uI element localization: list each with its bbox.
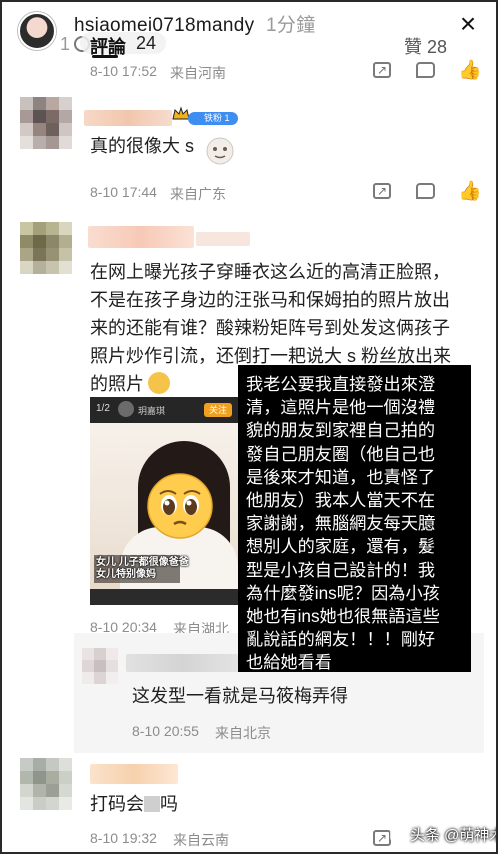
username-redacted[interactable] <box>88 226 194 248</box>
story-caption-box: 我老公要我直接發出來澄 清，這照片是他一個沒禮 貌的朋友到家裡自己拍的 發自己朋… <box>238 365 471 672</box>
photo-account-avatar <box>118 401 134 417</box>
share-icon[interactable]: ↗ <box>373 830 391 846</box>
pray-emoji-icon <box>148 372 170 394</box>
embedded-photo[interactable]: 1/2 玥嘉琪 关注 女儿 儿子都很像爸爸 女儿特别像妈 <box>90 397 238 605</box>
photo-footer-bar <box>90 589 238 605</box>
caption-line: 想別人的家庭，還有，髮 <box>246 536 436 557</box>
photo-account-name: 玥嘉琪 <box>138 406 166 416</box>
watermark: 头条 @萌神木木 <box>390 824 498 845</box>
photo-follow-button[interactable]: 关注 <box>204 403 232 417</box>
photo-top-bar: 1/2 玥嘉琪 关注 <box>90 397 238 423</box>
share-icon[interactable]: ↗ <box>373 183 391 199</box>
toutiao-logo-icon <box>390 826 406 842</box>
comment-date: 8-10 20:55 <box>132 723 199 739</box>
comment-text: 这发型一看就是马筱梅弄得 <box>132 686 348 706</box>
comment-meta: 8-10 17:44 来自广东 ↗ 👍 <box>0 182 498 205</box>
comment-location: 来自广东 <box>170 186 226 202</box>
comment-text-tail: 吗 <box>160 794 178 814</box>
caption-line: 我老公要我直接發出來澄 <box>246 374 436 394</box>
username-redacted[interactable] <box>90 764 178 784</box>
caption-line: 型是小孩自己設計的！我 <box>246 559 436 580</box>
caption-line: 為什麼發ins呢？因為小孩 <box>246 582 440 603</box>
redacted-word <box>144 796 160 812</box>
comment-date: 8-10 17:44 <box>90 184 157 200</box>
tab-comments-count: 24 <box>136 33 157 53</box>
pixelated-avatar <box>82 648 118 684</box>
caption-line: 亂說話的網友！！！剛好 <box>246 629 436 650</box>
comment-meta: 8-10 20:55 来自北京 <box>0 722 498 744</box>
tab-likes[interactable]: 贊 28 <box>404 33 447 59</box>
photo-pager: 1/2 <box>96 403 110 414</box>
photo-caption: 女儿 儿子都很像爸爸 女儿特别像妈 <box>96 557 189 581</box>
comment-icon[interactable] <box>416 183 435 199</box>
sticker-image <box>206 137 234 165</box>
thumbs-up-icon[interactable]: 👍 <box>458 61 482 81</box>
share-icon[interactable]: ↗ <box>373 62 391 78</box>
comment-text: 打码会吗 <box>90 790 178 818</box>
comment-icon[interactable] <box>416 62 435 78</box>
caption-line: 她也有ins她也很無語這些 <box>246 606 440 627</box>
username-redacted-tail <box>196 232 250 246</box>
caption-line: 他朋友）我本人當天不在 <box>246 490 436 511</box>
comment-text: 真的很像大 s <box>90 136 195 156</box>
avatar[interactable] <box>82 648 118 684</box>
caption-line: 貌的朋友到家裡自己拍的 <box>246 420 436 441</box>
caption-line: 是後來才知道，也責怪了 <box>246 466 436 487</box>
tab-underline <box>92 55 118 58</box>
avatar[interactable] <box>20 222 72 274</box>
photo-caption-line: 女儿特别像妈 <box>96 569 156 580</box>
comment-line-text: 的照片 <box>90 374 144 394</box>
caption-line: 家謝謝，無腦網友每天臆 <box>246 513 436 534</box>
comment-line: 在网上曝光孩子穿睡衣这么近的高清正脸照， <box>90 262 450 282</box>
caption-line: 也給她看看 <box>246 652 332 673</box>
pleading-face-emoji-icon <box>147 473 213 539</box>
username-redacted[interactable] <box>84 110 172 126</box>
pixelated-avatar <box>20 758 72 810</box>
comment-meta: 8-10 17:52 来自河南 ↗ 👍 <box>0 61 498 84</box>
comment-location: 来自河南 <box>170 65 226 81</box>
comment-date: 8-10 19:32 <box>90 830 157 846</box>
photo-caption-line: 女儿 儿子都很像爸爸 <box>96 557 189 568</box>
caption-line: 發自己朋友圈（他自己也 <box>246 443 436 464</box>
comment-line: 不是在孩子身边的汪张马和保姆拍的照片放出 <box>90 290 450 310</box>
pixelated-avatar <box>20 222 72 274</box>
avatar[interactable] <box>20 97 72 149</box>
watermark-text: 头条 @萌神木木 <box>410 827 498 844</box>
comment-date: 8-10 17:52 <box>90 63 157 79</box>
left-count: 1 <box>60 34 71 54</box>
comment-location: 来自北京 <box>215 725 271 741</box>
avatar[interactable] <box>20 758 72 810</box>
caption-line: 清，這照片是他一個沒禮 <box>246 397 436 418</box>
comment-text-head: 打码会 <box>90 794 144 814</box>
pixelated-avatar <box>20 97 72 149</box>
thumbs-up-icon[interactable]: 👍 <box>458 182 482 202</box>
comment-line: 来的还能有谁？酸辣粉矩阵号到处发这俩孩子 <box>90 318 450 338</box>
fan-badge: 铁粉 1 <box>188 112 238 125</box>
comment-location: 来自云南 <box>173 832 229 848</box>
username-redacted[interactable] <box>126 654 238 672</box>
